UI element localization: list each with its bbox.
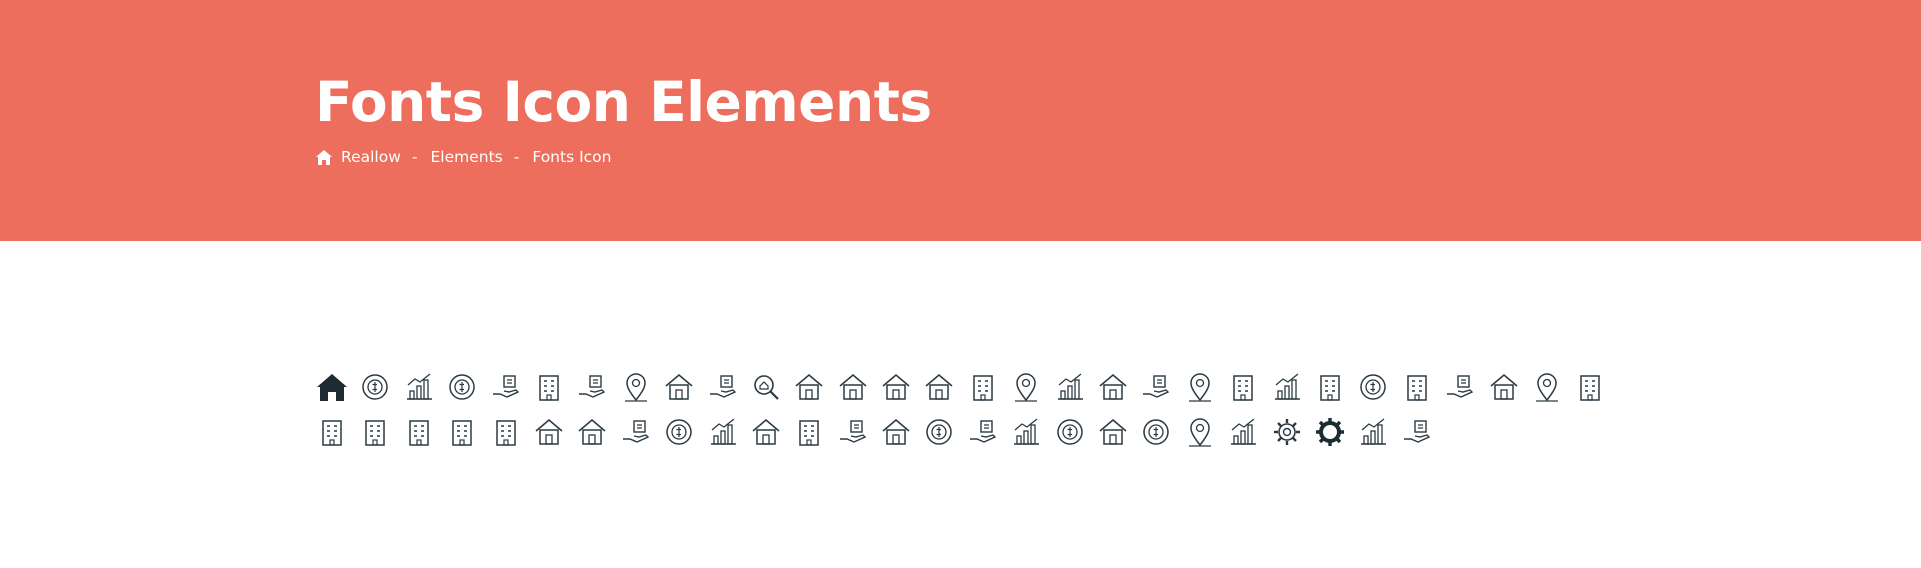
security-camera-icon[interactable] — [489, 370, 523, 404]
location-pin-icon[interactable] — [619, 370, 653, 404]
trees-icon[interactable] — [1226, 415, 1260, 449]
office-desk-icon[interactable] — [1139, 370, 1173, 404]
hand-document-icon[interactable] — [619, 415, 653, 449]
parking-sign-icon[interactable] — [1183, 370, 1217, 404]
city-buildings-icon[interactable] — [489, 415, 523, 449]
team-rating-icon[interactable] — [706, 415, 740, 449]
agent-support-icon[interactable] — [1053, 415, 1087, 449]
house-care-icon[interactable] — [836, 370, 870, 404]
garden-fence-icon[interactable] — [1313, 370, 1347, 404]
global-house-icon[interactable] — [662, 415, 696, 449]
dollar-coin-icon[interactable] — [358, 370, 392, 404]
breadcrumb-link-reallow[interactable]: Reallow — [341, 148, 401, 166]
direction-arrows-icon[interactable] — [1356, 415, 1390, 449]
settings-gear-icon[interactable] — [1313, 415, 1347, 449]
house-coin-icon[interactable] — [792, 370, 826, 404]
living-room-lamp-icon[interactable] — [1356, 370, 1390, 404]
home-icon[interactable] — [315, 370, 349, 404]
investment-growth-icon[interactable] — [402, 370, 436, 404]
idea-bulb-icon[interactable] — [445, 370, 479, 404]
mobile-payment-icon[interactable] — [532, 370, 566, 404]
breadcrumb-current: Fonts Icon — [532, 148, 612, 166]
yen-badge-icon[interactable] — [922, 415, 956, 449]
house-interior-icon[interactable] — [1096, 370, 1130, 404]
garage-icon[interactable] — [1487, 370, 1521, 404]
insured-card-icon[interactable] — [1226, 370, 1260, 404]
dining-table-icon[interactable] — [1443, 370, 1477, 404]
breadcrumb-link-elements[interactable]: Elements — [430, 148, 502, 166]
map-location-icon[interactable] — [1183, 415, 1217, 449]
home-icon[interactable] — [315, 149, 333, 166]
swimming-pool-icon[interactable] — [1270, 370, 1304, 404]
roof-house-icon[interactable] — [575, 415, 609, 449]
garage-door-icon[interactable] — [532, 415, 566, 449]
house-for-sale-icon[interactable] — [922, 370, 956, 404]
icon-row — [315, 409, 1615, 454]
growth-chart-icon[interactable] — [1009, 415, 1043, 449]
location-target-icon[interactable] — [1530, 370, 1564, 404]
icon-row — [315, 364, 1615, 409]
search-house-icon[interactable] — [749, 370, 783, 404]
smart-home-network-icon[interactable] — [662, 370, 696, 404]
building-dollar-icon[interactable] — [792, 415, 826, 449]
breadcrumb: Reallow - Elements - Fonts Icon — [315, 148, 611, 166]
money-bag-calculator-icon[interactable] — [1139, 415, 1173, 449]
house-tools-icon[interactable] — [1096, 415, 1130, 449]
tall-building-icon[interactable] — [1573, 370, 1607, 404]
breadcrumb-separator: - — [411, 148, 418, 166]
two-storey-house-icon[interactable] — [749, 415, 783, 449]
hand-key-icon[interactable] — [575, 370, 609, 404]
apartment-building-icon[interactable] — [966, 370, 1000, 404]
playground-slide-icon[interactable] — [1053, 370, 1087, 404]
shopping-mall-icon[interactable] — [358, 415, 392, 449]
hand-house-icon[interactable] — [706, 370, 740, 404]
house-mortgage-icon[interactable] — [879, 370, 913, 404]
bedroom-bed-icon[interactable] — [1400, 370, 1434, 404]
hand-coin-icon[interactable] — [836, 415, 870, 449]
breadcrumb-separator: - — [513, 148, 520, 166]
page-header-banner: Fonts Icon Elements Reallow - Elements -… — [0, 0, 1921, 241]
cottage-icon[interactable] — [879, 415, 913, 449]
bank-building-icon[interactable] — [402, 415, 436, 449]
page-title: Fonts Icon Elements — [315, 70, 932, 134]
storefront-icon[interactable] — [445, 415, 479, 449]
gear-dollar-icon[interactable] — [1270, 415, 1304, 449]
handshake-deal-icon[interactable] — [966, 415, 1000, 449]
icon-grid — [315, 364, 1615, 454]
hand-idea-icon[interactable] — [1400, 415, 1434, 449]
factory-icon[interactable] — [315, 415, 349, 449]
map-marker-icon[interactable] — [1009, 370, 1043, 404]
